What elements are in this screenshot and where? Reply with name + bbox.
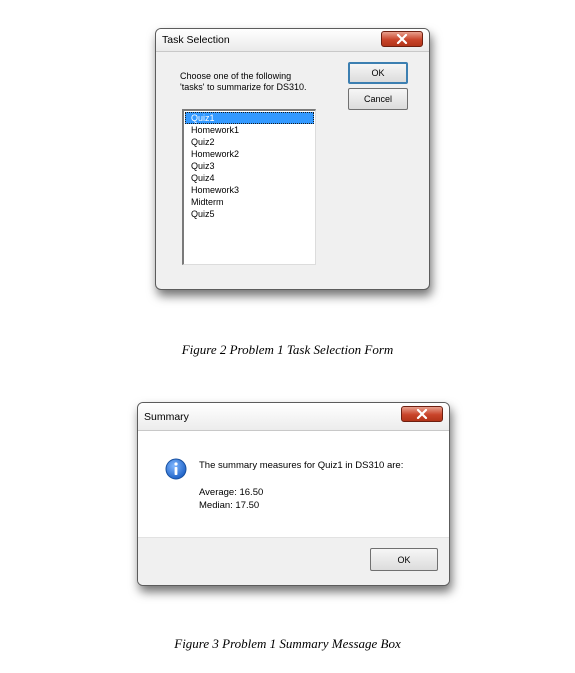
task-selection-window: Task Selection Choose one of the followi… [155, 28, 430, 290]
cancel-button[interactable]: Cancel [348, 88, 408, 110]
summary-title: Summary [144, 411, 189, 423]
figure-2-caption: Figure 2 Problem 1 Task Selection Form [181, 342, 394, 357]
summary-message-area: The summary measures for Quiz1 in DS310 … [138, 431, 449, 537]
task-list-item[interactable]: Quiz3 [185, 160, 314, 172]
summary-titlebar[interactable]: Summary [138, 403, 449, 431]
summary-window: Summary The summary measures for Quiz1 i… [137, 402, 450, 586]
summary-median: Median: 17.50 [199, 500, 260, 511]
summary-button-strip: OK [138, 537, 449, 585]
task-list-item[interactable]: Homework1 [185, 124, 314, 136]
task-list-item[interactable]: Homework2 [185, 148, 314, 160]
info-icon [165, 458, 187, 480]
task-list-item[interactable]: Quiz4 [185, 172, 314, 184]
task-prompt-line2: 'tasks' to summarize for DS310. [180, 82, 307, 92]
summary-close-button[interactable] [401, 406, 443, 422]
task-selection-close-button[interactable] [381, 31, 423, 47]
task-prompt-line1: Choose one of the following [180, 71, 292, 81]
figure-3-caption: Figure 3 Problem 1 Summary Message Box [174, 636, 401, 651]
close-icon [416, 409, 428, 419]
task-list-item[interactable]: Quiz2 [185, 136, 314, 148]
summary-average: Average: 16.50 [199, 487, 264, 498]
task-list-item[interactable]: Quiz1 [185, 112, 314, 124]
summary-ok-button[interactable]: OK [370, 548, 438, 571]
task-list-item[interactable]: Midterm [185, 196, 314, 208]
task-selection-titlebar[interactable]: Task Selection [156, 29, 429, 52]
task-selection-title: Task Selection [162, 34, 230, 46]
task-listbox[interactable]: Quiz1 Homework1 Quiz2 Homework2 Quiz3 Quiz4 Ho… [182, 109, 316, 265]
task-list-item[interactable]: Homework3 [185, 184, 314, 196]
close-icon [396, 34, 408, 44]
summary-message: The summary measures for Quiz1 in DS310 … [199, 460, 404, 471]
ok-button[interactable]: OK [348, 62, 408, 84]
task-prompt: Choose one of the following 'tasks' to s… [180, 71, 350, 93]
task-list-item[interactable]: Quiz5 [185, 208, 314, 220]
